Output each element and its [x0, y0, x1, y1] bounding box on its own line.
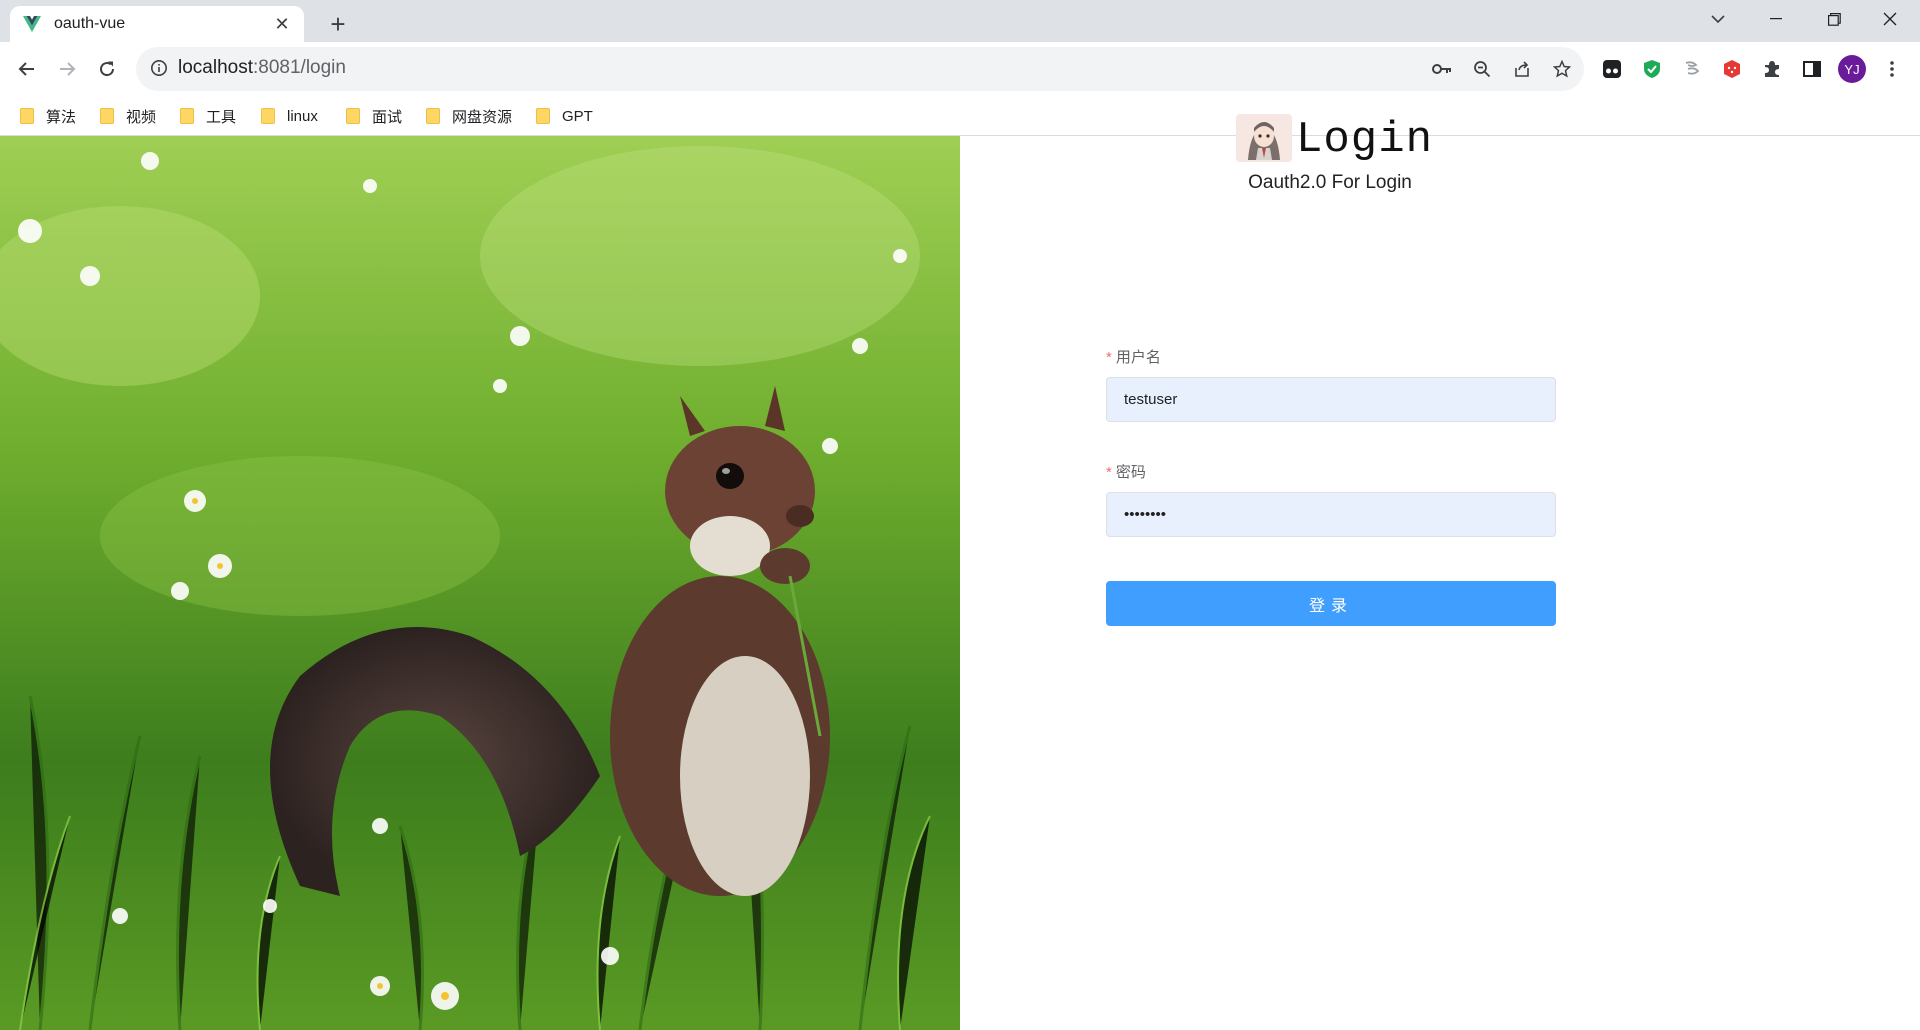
- share-icon[interactable]: [1510, 57, 1534, 81]
- bookmark-folder[interactable]: 面试: [346, 104, 402, 128]
- bookmark-folder[interactable]: linux: [261, 104, 318, 128]
- page-content: [0, 136, 1920, 1030]
- folder-icon: [536, 108, 550, 124]
- minimize-icon[interactable]: [1748, 0, 1804, 38]
- bookmark-label: GPT: [562, 107, 593, 125]
- folder-icon: [426, 108, 440, 124]
- bookmark-label: 视频: [126, 108, 157, 126]
- puzzle-icon[interactable]: [1758, 55, 1786, 83]
- required-mark: *: [1106, 349, 1112, 366]
- bookmark-label: 工具: [206, 108, 237, 126]
- bookmark-label: 算法: [46, 108, 77, 126]
- login-title: Login: [1296, 115, 1434, 165]
- browser-toolbar: localhost:8081/login YJ: [0, 42, 1920, 96]
- extension-translate-icon[interactable]: [1678, 55, 1706, 83]
- bookmark-label: 网盘资源: [452, 108, 513, 126]
- new-tab-button[interactable]: +: [322, 8, 354, 40]
- hero-squirrel-image: [0, 136, 960, 1030]
- bookmark-label: 面试: [372, 108, 403, 126]
- address-bar[interactable]: localhost:8081/login: [136, 47, 1584, 91]
- folder-icon: [346, 108, 360, 124]
- tab-search-icon[interactable]: [1690, 0, 1746, 38]
- password-input[interactable]: ••••••••: [1106, 492, 1556, 537]
- folder-icon: [20, 108, 34, 124]
- bookmark-folder[interactable]: 工具: [180, 104, 236, 128]
- info-icon[interactable]: [150, 59, 170, 79]
- password-label: * 密码: [1106, 461, 1146, 482]
- extension-dice-icon[interactable]: [1718, 55, 1746, 83]
- bookmarks-bar: 算法 视频 工具 linux 面试 网盘资源 GPT: [0, 96, 1920, 136]
- bookmark-folder[interactable]: 视频: [100, 104, 156, 128]
- vue-logo-icon: [22, 14, 42, 34]
- star-icon[interactable]: [1550, 57, 1574, 81]
- close-icon[interactable]: ✕: [272, 14, 292, 34]
- tab-title: oauth-vue: [54, 15, 126, 32]
- url-host: localhost: [178, 57, 253, 78]
- window-close-icon[interactable]: [1862, 0, 1918, 38]
- folder-icon: [100, 108, 114, 124]
- password-label-text: 密码: [1115, 464, 1146, 481]
- folder-icon: [180, 108, 194, 124]
- extension-tampermonkey-icon[interactable]: [1598, 55, 1626, 83]
- anime-avatar-icon: [1236, 114, 1292, 162]
- bookmark-folder[interactable]: 算法: [20, 104, 76, 128]
- more-icon[interactable]: [1878, 55, 1906, 83]
- username-label-text: 用户名: [1115, 349, 1161, 366]
- username-input[interactable]: testuser: [1106, 377, 1556, 422]
- url-text[interactable]: localhost:8081/login: [178, 57, 346, 79]
- restore-icon[interactable]: [1806, 0, 1862, 38]
- bookmark-folder[interactable]: 网盘资源: [426, 104, 512, 128]
- folder-icon: [261, 108, 275, 124]
- side-panel-icon[interactable]: [1798, 55, 1826, 83]
- tab-strip: oauth-vue ✕ +: [0, 0, 1920, 42]
- key-icon[interactable]: [1430, 57, 1454, 81]
- url-path: :8081/login: [253, 57, 346, 78]
- zoom-out-icon[interactable]: [1470, 57, 1494, 81]
- required-mark: *: [1106, 464, 1112, 481]
- forward-arrow-icon[interactable]: [51, 53, 83, 85]
- username-label: * 用户名: [1106, 346, 1161, 367]
- profile-avatar[interactable]: YJ: [1838, 55, 1866, 83]
- reload-icon[interactable]: [91, 53, 123, 85]
- login-subtitle: Oauth2.0 For Login: [1248, 172, 1412, 193]
- shield-icon[interactable]: [1638, 55, 1666, 83]
- login-button[interactable]: 登录: [1106, 581, 1556, 626]
- tab-oauth-vue[interactable]: oauth-vue ✕: [10, 6, 304, 42]
- back-arrow-icon[interactable]: [11, 53, 43, 85]
- login-brand: Login: [1236, 112, 1433, 162]
- bookmark-folder[interactable]: GPT: [536, 104, 593, 128]
- bookmark-label: linux: [287, 107, 318, 125]
